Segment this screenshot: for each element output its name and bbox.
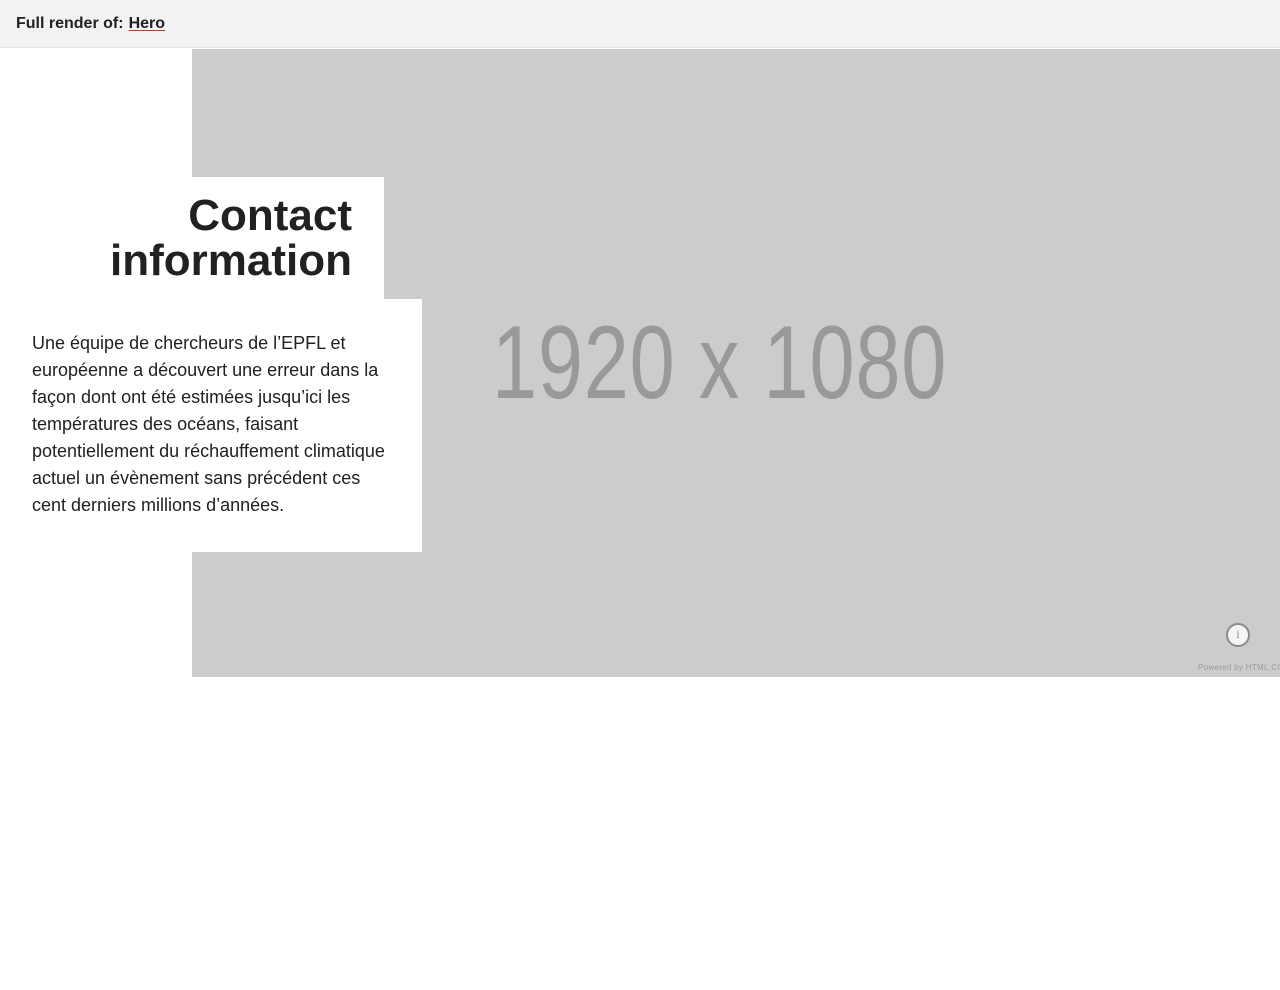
info-icon[interactable]: i bbox=[1226, 623, 1250, 647]
image-placeholder-label: 1920 x 1080 bbox=[492, 305, 948, 421]
hero-text: Une équipe de chercheurs de l’EPFL et eu… bbox=[32, 333, 385, 515]
hero-text-box: Une équipe de chercheurs de l’EPFL et eu… bbox=[0, 299, 422, 552]
render-header: Full render of: Hero bbox=[0, 0, 1280, 48]
hero-title: Contact information bbox=[110, 191, 352, 285]
powered-by-label: Powered by HTML.CO bbox=[1198, 663, 1280, 672]
hero-title-box: Contact information bbox=[96, 177, 384, 299]
hero-component-link[interactable]: Hero bbox=[129, 15, 165, 33]
render-header-label: Full render of: bbox=[16, 14, 124, 32]
